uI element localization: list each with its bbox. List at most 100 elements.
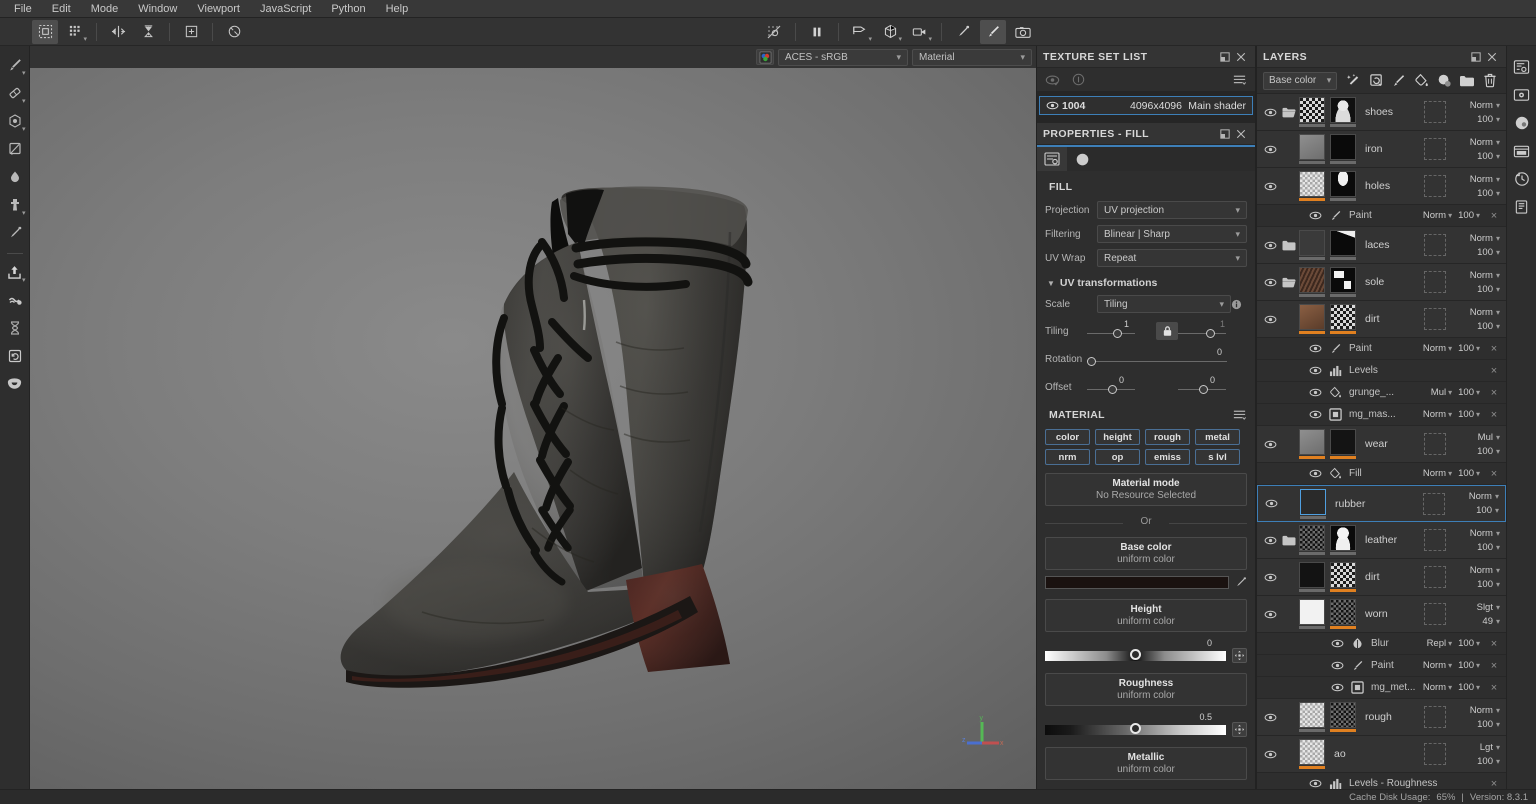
layer-effect-row[interactable]: Levels - Roughness× xyxy=(1257,773,1506,789)
add-mask-slot[interactable] xyxy=(1424,175,1446,197)
shader-settings-panel-button[interactable] xyxy=(1510,110,1534,136)
add-mask-slot[interactable] xyxy=(1423,493,1445,515)
add-mask-slot[interactable] xyxy=(1424,234,1446,256)
layer-mask-thumbnail[interactable] xyxy=(1330,702,1358,732)
layer-row[interactable]: holesNorm▾100▾ xyxy=(1257,168,1506,205)
eye-icon[interactable] xyxy=(1327,639,1347,648)
channel-chip-nrm[interactable]: nrm xyxy=(1045,449,1090,465)
add-mask-slot[interactable] xyxy=(1424,308,1446,330)
layer-thumbnail[interactable] xyxy=(1299,562,1327,592)
eye-icon[interactable] xyxy=(1305,366,1325,375)
effect-blend-select[interactable]: Repl▾ xyxy=(1427,638,1453,649)
layer-effect-row[interactable]: PaintNorm▾100▾× xyxy=(1257,338,1506,360)
blend-mode-select[interactable]: Lgt▾ xyxy=(1480,742,1500,753)
opacity-select[interactable]: 100▾ xyxy=(1477,756,1500,767)
add-smart-material-button[interactable] xyxy=(1343,71,1363,91)
layer-row[interactable]: aoLgt▾100▾ xyxy=(1257,736,1506,773)
layer-thumbnail[interactable] xyxy=(1299,230,1327,260)
tiling-y-slider[interactable]: 1 xyxy=(1178,319,1247,343)
layers-list[interactable]: shoesNorm▾100▾ironNorm▾100▾holesNorm▾100… xyxy=(1257,94,1506,789)
3d-viewport[interactable]: y x z xyxy=(30,68,1036,789)
layer-row[interactable]: dirtNorm▾100▾ xyxy=(1257,301,1506,338)
layer-mask-thumbnail[interactable] xyxy=(1330,267,1358,297)
base-color-slot[interactable]: Base color uniform color xyxy=(1045,537,1247,570)
layer-effect-row[interactable]: mg_met...Norm▾100▾× xyxy=(1257,677,1506,699)
height-gradient-slider[interactable]: 0 xyxy=(1045,651,1226,661)
channel-chip-emiss[interactable]: emiss xyxy=(1145,449,1190,465)
layer-row[interactable]: dirtNorm▾100▾ xyxy=(1257,559,1506,596)
close-icon[interactable] xyxy=(1233,49,1249,65)
shader-preview-button[interactable]: ▾ xyxy=(877,20,903,44)
history-panel-button[interactable] xyxy=(1510,166,1534,192)
effect-blend-select[interactable]: Norm▾ xyxy=(1423,343,1452,354)
layer-mask-thumbnail[interactable] xyxy=(1330,171,1358,201)
eye-icon[interactable] xyxy=(1261,182,1279,191)
roughness-slot[interactable]: Roughness uniform color xyxy=(1045,673,1247,706)
layer-thumbnail[interactable] xyxy=(1299,702,1327,732)
projection-select[interactable]: UV projection ▾ xyxy=(1097,201,1247,219)
effect-blend-select[interactable]: Norm▾ xyxy=(1423,210,1452,221)
effect-blend-select[interactable]: Norm▾ xyxy=(1423,468,1452,479)
eraser-tool-button[interactable]: ▾ xyxy=(3,80,27,106)
video-capture-button[interactable]: ▾ xyxy=(907,20,933,44)
remove-effect-icon[interactable]: × xyxy=(1488,365,1500,377)
add-mask-slot[interactable] xyxy=(1424,603,1446,625)
blend-mode-select[interactable]: Norm▾ xyxy=(1470,565,1500,576)
tiling-x-slider[interactable]: 1 xyxy=(1087,319,1156,343)
eye-icon[interactable] xyxy=(1327,683,1347,692)
layer-row[interactable]: rubberNorm▾100▾ xyxy=(1257,485,1506,522)
eye-icon[interactable] xyxy=(1261,573,1279,582)
filtering-select[interactable]: Blinear | Sharp ▾ xyxy=(1097,225,1247,243)
eye-icon[interactable] xyxy=(1261,750,1279,759)
blend-mode-select[interactable]: Norm▾ xyxy=(1469,491,1499,502)
eye-icon[interactable] xyxy=(1305,469,1325,478)
layer-row[interactable]: wornSlgt▾49▾ xyxy=(1257,596,1506,633)
layer-mask-thumbnail[interactable] xyxy=(1330,230,1358,260)
eye-icon[interactable] xyxy=(1305,779,1325,788)
eye-icon[interactable] xyxy=(1305,211,1325,220)
add-fill-button[interactable] xyxy=(1412,71,1432,91)
layer-thumbnail[interactable] xyxy=(1299,171,1327,201)
eye-icon[interactable] xyxy=(1262,499,1280,508)
eye-icon[interactable] xyxy=(1261,713,1279,722)
tiling-lock-button[interactable] xyxy=(1156,322,1178,340)
remove-effect-icon[interactable]: × xyxy=(1488,343,1500,355)
effect-blend-select[interactable]: Mul▾ xyxy=(1431,387,1452,398)
color-profile-icon[interactable] xyxy=(756,49,774,65)
symmetry-tool-button[interactable] xyxy=(105,20,131,44)
material-picker-button[interactable] xyxy=(950,20,976,44)
menu-mode[interactable]: Mode xyxy=(81,0,129,18)
layer-thumbnail[interactable] xyxy=(1299,525,1327,555)
remove-effect-icon[interactable]: × xyxy=(1488,468,1500,480)
layer-thumbnail[interactable] xyxy=(1299,97,1327,127)
substance-tool-button[interactable] xyxy=(3,371,27,397)
layer-row[interactable]: lacesNorm▾100▾ xyxy=(1257,227,1506,264)
layer-thumbnail[interactable] xyxy=(1299,739,1327,769)
offset-x-slider[interactable]: 0 xyxy=(1087,375,1156,399)
layer-mask-thumbnail[interactable] xyxy=(1330,304,1358,334)
opacity-select[interactable]: 100▾ xyxy=(1477,719,1500,730)
roughness-channel-link-icon[interactable] xyxy=(1232,722,1247,737)
delete-layer-button[interactable] xyxy=(1480,71,1500,91)
eye-icon[interactable] xyxy=(1305,344,1325,353)
menu-edit[interactable]: Edit xyxy=(42,0,81,18)
eye-icon[interactable] xyxy=(1261,315,1279,324)
opacity-select[interactable]: 49▾ xyxy=(1482,616,1500,627)
blend-mode-select[interactable]: Norm▾ xyxy=(1470,137,1500,148)
screenshot-button[interactable] xyxy=(1010,20,1036,44)
shading-mode-select[interactable]: Material ▾ xyxy=(912,49,1032,66)
shelf-panel-button[interactable] xyxy=(1510,54,1534,80)
channel-chip-op[interactable]: op xyxy=(1095,449,1140,465)
layer-thumbnail[interactable] xyxy=(1299,599,1327,629)
effect-opacity-select[interactable]: 100▾ xyxy=(1458,660,1480,671)
properties-scroll-area[interactable]: FILL Projection UV projection ▾ Filterin… xyxy=(1037,171,1255,789)
eye-icon[interactable] xyxy=(1305,410,1325,419)
add-mask-slot[interactable] xyxy=(1424,138,1446,160)
menu-help[interactable]: Help xyxy=(376,0,419,18)
eye-icon[interactable] xyxy=(1261,610,1279,619)
layer-effect-row[interactable]: mg_mas...Norm▾100▾× xyxy=(1257,404,1506,426)
effect-opacity-select[interactable]: 100▾ xyxy=(1458,638,1480,649)
texture-set-settings-panel-button[interactable] xyxy=(1510,138,1534,164)
add-mask-slot[interactable] xyxy=(1424,433,1446,455)
folder-icon[interactable] xyxy=(1279,276,1299,289)
